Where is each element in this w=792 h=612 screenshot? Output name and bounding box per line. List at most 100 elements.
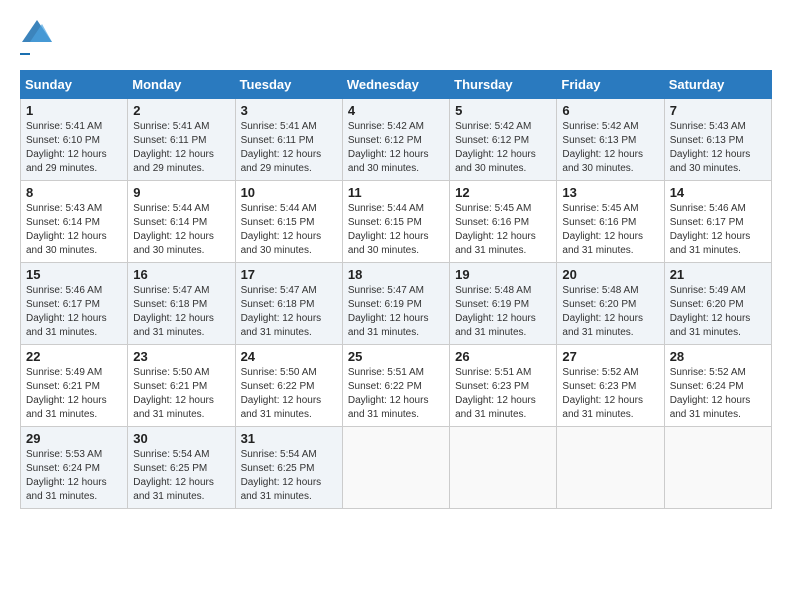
- calendar-cell: 10 Sunrise: 5:44 AMSunset: 6:15 PMDayligh…: [235, 181, 342, 263]
- day-info: Sunrise: 5:42 AMSunset: 6:12 PMDaylight:…: [455, 120, 551, 176]
- calendar-cell: 3Sunrise: 5:41 AMSunset: 6:11 PMDaylight…: [235, 99, 342, 181]
- day-info: Sunrise: 5:47 AMSunset: 6:18 PMDaylight:…: [241, 284, 337, 340]
- day-number: 4: [348, 103, 444, 118]
- day-info: Sunrise: 5:45 AMSunset: 6:16 PMDaylight:…: [562, 202, 658, 258]
- day-number: 17: [241, 267, 337, 282]
- day-info: Sunrise: 5:41 AMSunset: 6:11 PMDaylight:…: [133, 120, 229, 176]
- day-number: 27: [562, 349, 658, 364]
- day-info: Sunrise: 5:48 AMSunset: 6:20 PMDaylight:…: [562, 284, 658, 340]
- calendar-cell: 8 Sunrise: 5:43 AMSunset: 6:14 PMDaylight…: [21, 181, 128, 263]
- calendar-cell: [557, 427, 664, 509]
- calendar-cell: 9 Sunrise: 5:44 AMSunset: 6:14 PMDaylight…: [128, 181, 235, 263]
- calendar-cell: 29 Sunrise: 5:53 AMSunset: 6:24 PMDayligh…: [21, 427, 128, 509]
- day-number: 12: [455, 185, 551, 200]
- calendar-cell: 22 Sunrise: 5:49 AMSunset: 6:21 PMDayligh…: [21, 345, 128, 427]
- calendar-cell: 18Sunrise: 5:47 AMSunset: 6:19 PMDayligh…: [342, 263, 449, 345]
- weekday-header-row: SundayMondayTuesdayWednesdayThursdayFrid…: [21, 71, 772, 99]
- day-number: 7: [670, 103, 766, 118]
- weekday-header-tuesday: Tuesday: [235, 71, 342, 99]
- day-number: 31: [241, 431, 337, 446]
- calendar-week-row: 22 Sunrise: 5:49 AMSunset: 6:21 PMDayligh…: [21, 345, 772, 427]
- day-number: 14: [670, 185, 766, 200]
- calendar-cell: 20 Sunrise: 5:48 AMSunset: 6:20 PMDayligh…: [557, 263, 664, 345]
- calendar-cell: 17 Sunrise: 5:47 AMSunset: 6:18 PMDayligh…: [235, 263, 342, 345]
- weekday-header-monday: Monday: [128, 71, 235, 99]
- calendar-cell: 15Sunrise: 5:46 AMSunset: 6:17 PMDayligh…: [21, 263, 128, 345]
- day-info: Sunrise: 5:43 AMSunset: 6:13 PMDaylight:…: [670, 120, 766, 176]
- calendar-cell: 5 Sunrise: 5:42 AMSunset: 6:12 PMDaylight…: [450, 99, 557, 181]
- day-number: 29: [26, 431, 122, 446]
- calendar-week-row: 1 Sunrise: 5:41 AMSunset: 6:10 PMDaylight…: [21, 99, 772, 181]
- day-info: Sunrise: 5:46 AMSunset: 6:17 PMDaylight:…: [670, 202, 766, 258]
- day-info: Sunrise: 5:52 AMSunset: 6:24 PMDaylight:…: [670, 366, 766, 422]
- day-number: 23: [133, 349, 229, 364]
- day-number: 1: [26, 103, 122, 118]
- day-number: 5: [455, 103, 551, 118]
- day-number: 9: [133, 185, 229, 200]
- day-number: 21: [670, 267, 766, 282]
- calendar-cell: 24Sunrise: 5:50 AMSunset: 6:22 PMDayligh…: [235, 345, 342, 427]
- day-info: Sunrise: 5:47 AMSunset: 6:18 PMDaylight:…: [133, 284, 229, 340]
- weekday-header-sunday: Sunday: [21, 71, 128, 99]
- calendar-cell: 1 Sunrise: 5:41 AMSunset: 6:10 PMDaylight…: [21, 99, 128, 181]
- calendar-week-row: 29 Sunrise: 5:53 AMSunset: 6:24 PMDayligh…: [21, 427, 772, 509]
- day-number: 8: [26, 185, 122, 200]
- calendar-cell: 11 Sunrise: 5:44 AMSunset: 6:15 PMDayligh…: [342, 181, 449, 263]
- day-number: 6: [562, 103, 658, 118]
- day-number: 10: [241, 185, 337, 200]
- logo-blue-text: [20, 53, 30, 55]
- logo-icon: [22, 20, 52, 42]
- day-info: Sunrise: 5:51 AMSunset: 6:22 PMDaylight:…: [348, 366, 444, 422]
- day-info: Sunrise: 5:51 AMSunset: 6:23 PMDaylight:…: [455, 366, 551, 422]
- calendar-cell: 23 Sunrise: 5:50 AMSunset: 6:21 PMDayligh…: [128, 345, 235, 427]
- calendar-cell: [664, 427, 771, 509]
- day-number: 19: [455, 267, 551, 282]
- day-number: 25: [348, 349, 444, 364]
- calendar-cell: 2 Sunrise: 5:41 AMSunset: 6:11 PMDaylight…: [128, 99, 235, 181]
- day-info: Sunrise: 5:45 AMSunset: 6:16 PMDaylight:…: [455, 202, 551, 258]
- day-info: Sunrise: 5:44 AMSunset: 6:15 PMDaylight:…: [348, 202, 444, 258]
- day-info: Sunrise: 5:42 AMSunset: 6:13 PMDaylight:…: [562, 120, 658, 176]
- day-number: 28: [670, 349, 766, 364]
- calendar-cell: [450, 427, 557, 509]
- page-header: [20, 20, 772, 60]
- day-info: Sunrise: 5:49 AMSunset: 6:20 PMDaylight:…: [670, 284, 766, 340]
- day-number: 18: [348, 267, 444, 282]
- calendar-cell: 16 Sunrise: 5:47 AMSunset: 6:18 PMDayligh…: [128, 263, 235, 345]
- day-number: 2: [133, 103, 229, 118]
- weekday-header-thursday: Thursday: [450, 71, 557, 99]
- calendar-cell: 21 Sunrise: 5:49 AMSunset: 6:20 PMDayligh…: [664, 263, 771, 345]
- day-info: Sunrise: 5:41 AMSunset: 6:10 PMDaylight:…: [26, 120, 122, 176]
- day-info: Sunrise: 5:50 AMSunset: 6:21 PMDaylight:…: [133, 366, 229, 422]
- logo: [20, 20, 52, 60]
- day-info: Sunrise: 5:53 AMSunset: 6:24 PMDaylight:…: [26, 448, 122, 504]
- calendar-cell: 27 Sunrise: 5:52 AMSunset: 6:23 PMDayligh…: [557, 345, 664, 427]
- day-info: Sunrise: 5:44 AMSunset: 6:14 PMDaylight:…: [133, 202, 229, 258]
- day-info: Sunrise: 5:48 AMSunset: 6:19 PMDaylight:…: [455, 284, 551, 340]
- day-number: 22: [26, 349, 122, 364]
- day-number: 13: [562, 185, 658, 200]
- calendar-cell: [342, 427, 449, 509]
- weekday-header-saturday: Saturday: [664, 71, 771, 99]
- calendar-week-row: 15Sunrise: 5:46 AMSunset: 6:17 PMDayligh…: [21, 263, 772, 345]
- calendar-cell: 19 Sunrise: 5:48 AMSunset: 6:19 PMDayligh…: [450, 263, 557, 345]
- calendar-cell: 30Sunrise: 5:54 AMSunset: 6:25 PMDayligh…: [128, 427, 235, 509]
- day-info: Sunrise: 5:43 AMSunset: 6:14 PMDaylight:…: [26, 202, 122, 258]
- day-number: 16: [133, 267, 229, 282]
- calendar-week-row: 8 Sunrise: 5:43 AMSunset: 6:14 PMDaylight…: [21, 181, 772, 263]
- calendar-cell: 12 Sunrise: 5:45 AMSunset: 6:16 PMDayligh…: [450, 181, 557, 263]
- calendar-cell: 25 Sunrise: 5:51 AMSunset: 6:22 PMDayligh…: [342, 345, 449, 427]
- day-number: 24: [241, 349, 337, 364]
- day-number: 11: [348, 185, 444, 200]
- weekday-header-friday: Friday: [557, 71, 664, 99]
- day-info: Sunrise: 5:42 AMSunset: 6:12 PMDaylight:…: [348, 120, 444, 176]
- day-info: Sunrise: 5:49 AMSunset: 6:21 PMDaylight:…: [26, 366, 122, 422]
- day-number: 30: [133, 431, 229, 446]
- day-info: Sunrise: 5:52 AMSunset: 6:23 PMDaylight:…: [562, 366, 658, 422]
- day-info: Sunrise: 5:44 AMSunset: 6:15 PMDaylight:…: [241, 202, 337, 258]
- day-info: Sunrise: 5:46 AMSunset: 6:17 PMDaylight:…: [26, 284, 122, 340]
- day-number: 20: [562, 267, 658, 282]
- calendar-cell: 28 Sunrise: 5:52 AMSunset: 6:24 PMDayligh…: [664, 345, 771, 427]
- calendar-cell: 31Sunrise: 5:54 AMSunset: 6:25 PMDayligh…: [235, 427, 342, 509]
- calendar-cell: 4 Sunrise: 5:42 AMSunset: 6:12 PMDaylight…: [342, 99, 449, 181]
